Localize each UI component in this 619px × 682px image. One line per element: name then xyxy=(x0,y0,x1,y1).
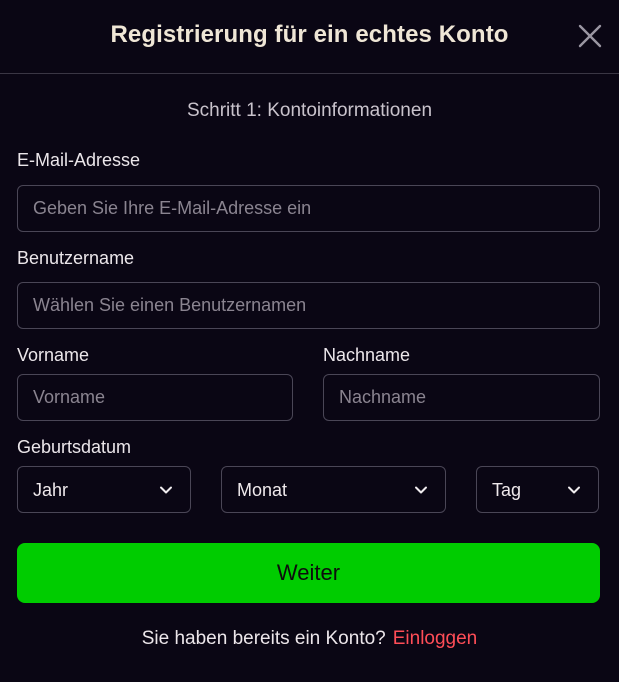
login-link[interactable]: Einloggen xyxy=(393,628,478,649)
birthdate-label: Geburtsdatum xyxy=(17,437,132,457)
step-indicator: Schritt 1: Kontoinformationen xyxy=(186,100,433,121)
username-field[interactable] xyxy=(17,282,600,329)
last-name-field[interactable] xyxy=(323,374,600,421)
login-prompt-text: Sie haben bereits ein Konto? xyxy=(141,628,386,649)
year-select[interactable]: Jahr xyxy=(17,466,191,513)
month-select[interactable]: Monat xyxy=(221,466,446,513)
email-label: E-Mail-Adresse xyxy=(17,150,141,170)
close-icon xyxy=(578,24,602,48)
dialog-header: Registrierung für ein echtes Konto xyxy=(0,0,619,74)
continue-button[interactable]: Weiter xyxy=(17,543,600,603)
month-select-value: Monat xyxy=(237,480,288,500)
year-select-value: Jahr xyxy=(33,480,69,500)
chevron-down-icon xyxy=(160,486,172,494)
email-field[interactable] xyxy=(17,185,600,232)
chevron-down-icon xyxy=(568,486,580,494)
first-name-label: Vorname xyxy=(17,345,90,365)
last-name-label: Nachname xyxy=(323,345,411,365)
dialog-title: Registrierung für ein echtes Konto xyxy=(110,21,509,48)
registration-dialog: Registrierung für ein echtes Konto Schri… xyxy=(0,0,619,682)
username-label: Benutzername xyxy=(17,248,135,268)
chevron-down-icon xyxy=(415,486,427,494)
day-select[interactable]: Tag xyxy=(476,466,599,513)
day-select-value: Tag xyxy=(492,480,522,500)
first-name-field[interactable] xyxy=(17,374,293,421)
login-prompt: Sie haben bereits ein Konto? Einloggen xyxy=(0,628,619,650)
close-button[interactable] xyxy=(576,22,604,50)
